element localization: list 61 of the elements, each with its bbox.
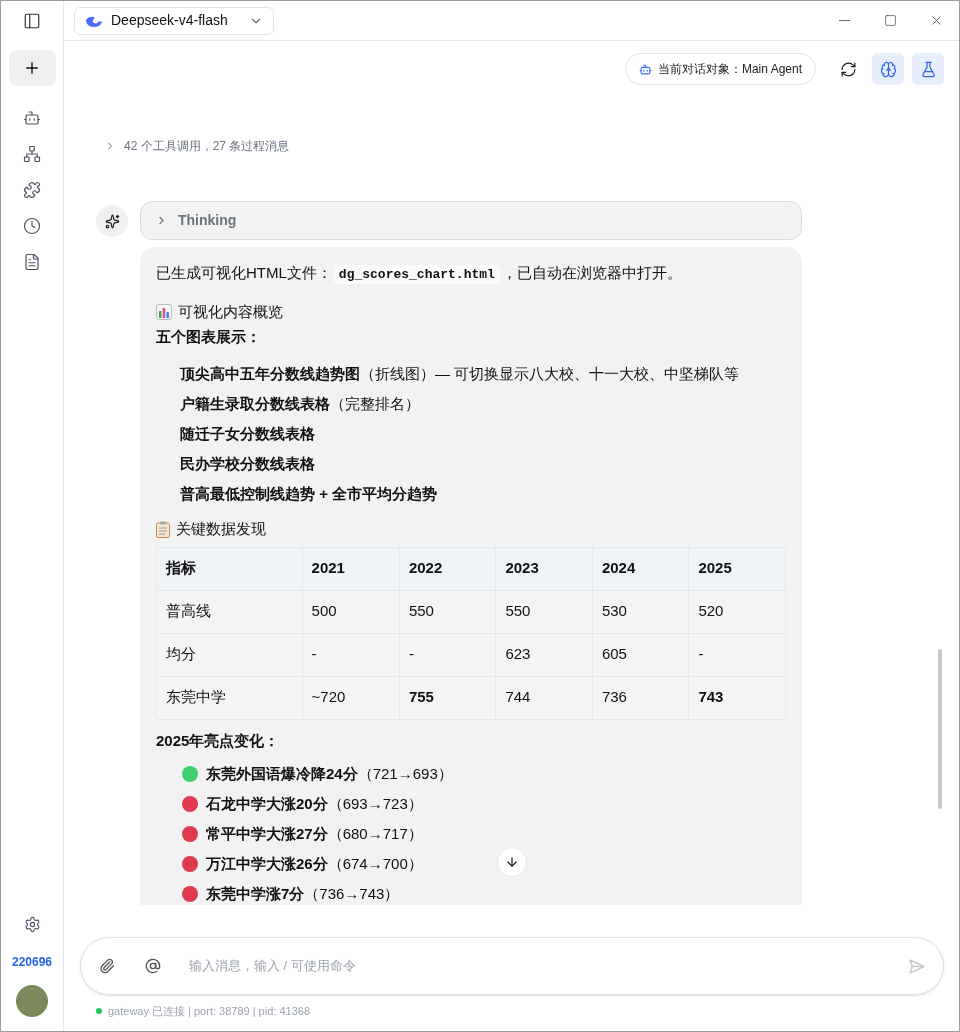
table-cell: 均分 [156, 633, 303, 676]
process-summary-toggle[interactable]: 42 个工具调用，27 条过程消息 [104, 137, 290, 155]
table-cell: - [302, 633, 400, 676]
table-cell: 550 [399, 590, 496, 633]
table-cell: 755 [399, 676, 496, 719]
table-header-cell: 指标 [156, 547, 303, 590]
chart-list-item: 户籍生录取分数线表格（完整排名） [180, 394, 421, 414]
section-heading: 可视化内容概览 [178, 302, 283, 322]
table-header-cell: 2025 [688, 547, 786, 590]
chart-list-item: 顶尖高中五年分数线趋势图（折线图）— 可切换显示八大校、十一大校、中坚梯队等 [180, 364, 741, 384]
table-header-cell: 2022 [399, 547, 496, 590]
chart-list-item: 民办学校分数线表格 [180, 454, 316, 474]
plus-icon [23, 59, 41, 77]
maximize-icon [883, 14, 897, 27]
brain-icon [879, 60, 897, 78]
table-cell: - [399, 633, 496, 676]
highlight-item: 东莞中学涨7分（736→743） [206, 884, 400, 904]
clipboard-icon [156, 520, 170, 538]
table-cell: 605 [592, 633, 689, 676]
sparkle-avatar-icon [96, 205, 128, 237]
table-header-cell: 2024 [592, 547, 689, 590]
bar-chart-icon [156, 304, 172, 321]
flask-button[interactable] [912, 53, 944, 85]
table-cell: 530 [592, 590, 689, 633]
chart-list-item: 随迁子女分数线表格 [180, 424, 316, 444]
highlight-item: 常平中学大涨27分（680→717） [206, 824, 423, 844]
table-cell: 520 [688, 590, 786, 633]
highlight-item: 石龙中学大涨20分（693→723） [206, 794, 423, 814]
table-header-cell: 2021 [302, 547, 400, 590]
table-cell: 623 [495, 633, 593, 676]
highlight-item: 万江中学大涨26分（674→700） [206, 854, 423, 874]
intro-text: 已生成可视化HTML文件： dg_scores_chart.html ，已自动在浏览器中打开。 [156, 263, 683, 286]
minimize-icon [838, 20, 850, 21]
avatar[interactable] [16, 985, 48, 1017]
highlight-item: 东莞外国语爆冷降24分（721→693） [206, 764, 453, 784]
message-field[interactable]: 输入消息，输入 / 可使用命令 [189, 956, 898, 976]
table-cell: 744 [495, 676, 593, 719]
chart-list-item: 普高最低控制线趋势 + 全市平均分趋势 [180, 484, 439, 504]
status-text: gateway 已连接 | port: 38789 | pid: 41368 [108, 1003, 310, 1019]
highlights-heading: 2025年亮点变化： [156, 730, 281, 751]
table-cell: 736 [592, 676, 689, 719]
table-cell: 500 [302, 590, 400, 633]
table-cell: 东莞中学 [156, 676, 303, 719]
refresh-icon [839, 60, 857, 78]
section-heading: 关键数据发现 [176, 519, 266, 539]
user-id: 220696 [11, 954, 52, 971]
model-selector[interactable]: Deepseek-v4-flash [74, 6, 274, 35]
table-cell: 普高线 [156, 590, 303, 633]
arrow-down-icon [505, 855, 519, 869]
table-header-cell: 2023 [495, 547, 593, 590]
new-chat-button[interactable] [8, 50, 56, 86]
table-cell: ~720 [302, 676, 400, 719]
charts-heading: 五个图表展示： [156, 326, 262, 347]
table-cell: 550 [495, 590, 593, 633]
robot-icon [638, 62, 652, 76]
settings-icon[interactable] [23, 916, 41, 933]
table-cell: 743 [688, 676, 786, 719]
table-cell: - [688, 633, 786, 676]
brain-button[interactable] [872, 53, 904, 85]
flask-icon [919, 60, 937, 78]
thinking-toggle[interactable]: Thinking [140, 201, 802, 240]
